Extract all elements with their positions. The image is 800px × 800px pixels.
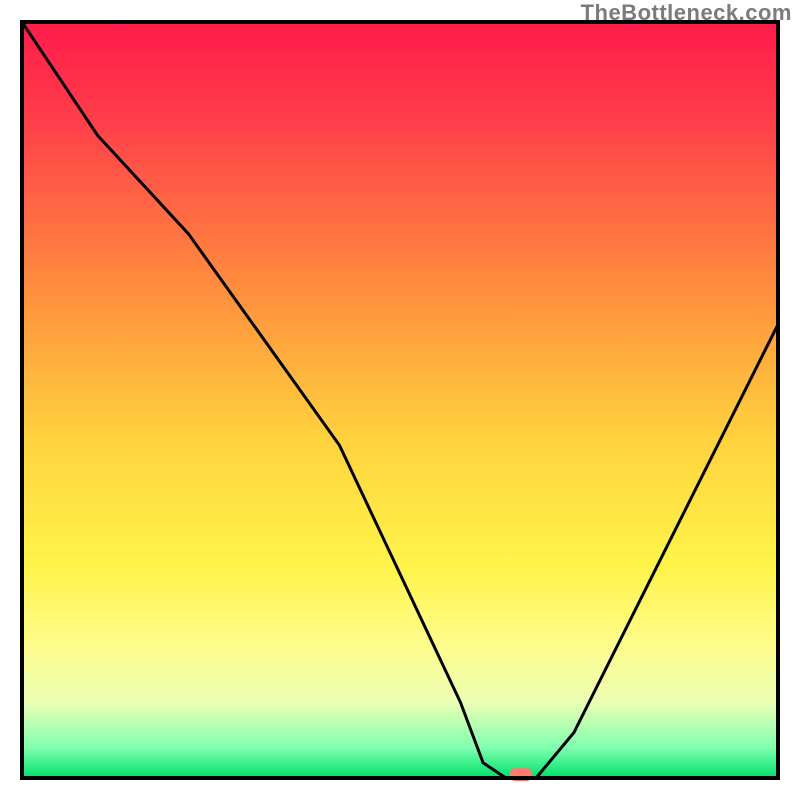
watermark-text: TheBottleneck.com: [581, 0, 792, 26]
plot-background: [22, 22, 778, 778]
bottleneck-chart: [0, 0, 800, 800]
